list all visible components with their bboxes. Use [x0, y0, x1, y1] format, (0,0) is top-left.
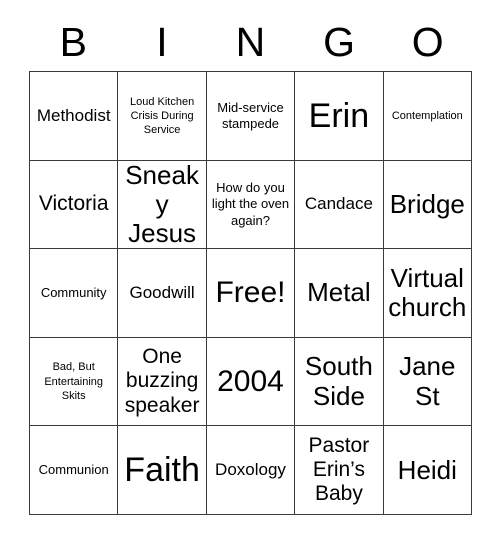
bingo-cell-r3c5[interactable]: Virtual church — [383, 249, 472, 338]
bingo-cell-r1c1[interactable]: Methodist — [30, 72, 119, 161]
bingo-cell-r4c5[interactable]: Jane St — [383, 337, 472, 427]
bingo-cell-r5c2[interactable]: Faith — [118, 426, 207, 515]
bingo-free-space-label: Free! — [215, 276, 286, 310]
bingo-cell-r2c5[interactable]: Bridge — [383, 160, 472, 250]
bingo-cell-label: Communion — [38, 462, 109, 478]
bingo-cell-label: Mid-service stampede — [217, 99, 284, 131]
bingo-cell-r5c5[interactable]: Heidi — [383, 426, 472, 515]
bingo-header-letter-b: B — [59, 19, 87, 65]
bingo-cell-label: Sneaky Jesus — [125, 160, 199, 248]
bingo-cell-label: Candace — [304, 194, 373, 214]
bingo-cell-label: Heidi — [397, 454, 457, 485]
bingo-cell-r4c3[interactable]: 2004 — [206, 337, 296, 427]
bingo-header-letter-n: N — [235, 19, 266, 65]
bingo-cell-label: Bridge — [389, 188, 465, 219]
bingo-cell-label: Doxology — [215, 459, 286, 479]
bingo-cell-r2c3[interactable]: How do you light the oven again? — [206, 160, 296, 250]
bingo-cell-label: Goodwill — [129, 282, 195, 302]
bingo-cell-label: Bad, But Entertaining Skits — [44, 361, 104, 402]
bingo-header-row: B I N G O — [29, 14, 472, 71]
bingo-header-letter-o: O — [411, 19, 444, 65]
bingo-cell-r4c4[interactable]: South Side — [295, 337, 384, 427]
bingo-cell-r3c4[interactable]: Metal — [295, 249, 384, 338]
bingo-cell-label: Loud Kitchen Crisis During Service — [129, 95, 195, 136]
bingo-cell-r5c3[interactable]: Doxology — [206, 426, 296, 515]
bingo-grid: Methodist Loud Kitchen Crisis During Ser… — [29, 71, 472, 515]
bingo-cell-r5c4[interactable]: Pastor Erin’s Baby — [295, 426, 384, 515]
bingo-cell-label: Victoria — [38, 192, 109, 216]
bingo-cell-r5c1[interactable]: Communion — [30, 426, 119, 515]
bingo-cell-label: Virtual church — [388, 262, 467, 322]
bingo-cell-label: How do you light the oven again? — [211, 180, 290, 228]
bingo-cell-r1c3[interactable]: Mid-service stampede — [206, 72, 296, 161]
bingo-cell-r1c2[interactable]: Loud Kitchen Crisis During Service — [118, 72, 207, 161]
bingo-card: B I N G O Methodist Loud Kitchen Crisis … — [0, 0, 500, 544]
bingo-cell-label: Jane St — [399, 351, 456, 411]
bingo-cell-r1c4[interactable]: Erin — [295, 72, 384, 161]
bingo-header-letter-i: I — [156, 19, 168, 65]
bingo-cell-label: Community — [40, 284, 107, 300]
bingo-cell-r1c5[interactable]: Contemplation — [383, 72, 472, 161]
bingo-cell-label: Pastor Erin’s Baby — [308, 433, 370, 506]
bingo-cell-r3c2[interactable]: Goodwill — [118, 249, 207, 338]
bingo-cell-r2c1[interactable]: Victoria — [30, 160, 119, 250]
bingo-cell-label: One buzzing speaker — [124, 345, 200, 417]
bingo-cell-r3c1[interactable]: Community — [30, 249, 119, 338]
bingo-cell-label: Erin — [308, 96, 370, 135]
bingo-header-letter-g: G — [323, 19, 356, 65]
bingo-cell-free-space[interactable]: Free! — [206, 249, 296, 338]
bingo-cell-label: Contemplation — [391, 109, 463, 122]
bingo-cell-r4c1[interactable]: Bad, But Entertaining Skits — [30, 337, 119, 427]
bingo-cell-r2c4[interactable]: Candace — [295, 160, 384, 250]
bingo-cell-label: Methodist — [36, 105, 111, 125]
bingo-cell-label: 2004 — [217, 365, 284, 399]
bingo-cell-label: Faith — [124, 451, 200, 490]
bingo-cell-label: Metal — [307, 277, 371, 308]
bingo-cell-r2c2[interactable]: Sneaky Jesus — [118, 160, 207, 250]
bingo-cell-label: South Side — [304, 351, 373, 411]
bingo-cell-r4c2[interactable]: One buzzing speaker — [118, 337, 207, 427]
